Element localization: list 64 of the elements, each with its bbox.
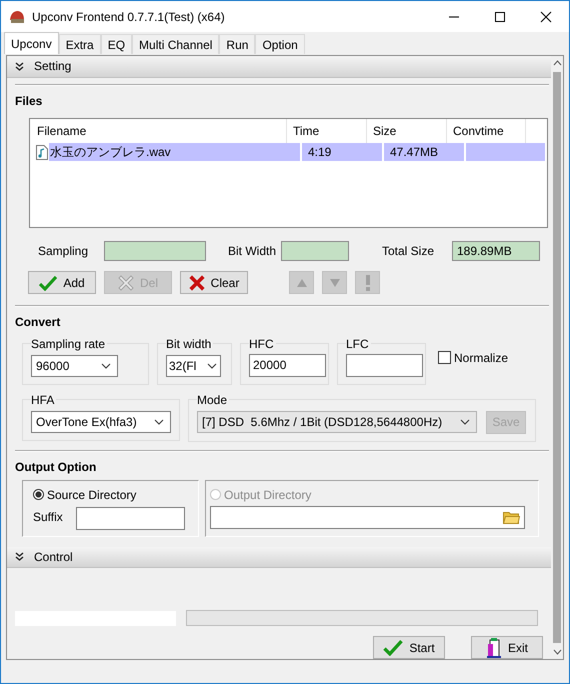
bit-width-field bbox=[281, 240, 349, 260]
field-label: Bit Width bbox=[228, 244, 278, 258]
mode-dropdown[interactable]: [7] DSD 5.6Mhz / 1Bit (DSD128,5644800Hz) bbox=[197, 411, 477, 433]
chevron-icon bbox=[15, 552, 24, 562]
chevron-down-icon bbox=[101, 362, 111, 368]
field-label: Suffix bbox=[33, 510, 63, 524]
section-heading: Files bbox=[14, 92, 44, 108]
table-cell: 4:19 bbox=[302, 143, 382, 161]
bit-width-dropdown[interactable]: 32(Fl bbox=[166, 354, 221, 376]
action-button[interactable]: Add bbox=[28, 271, 96, 294]
section-header[interactable]: Control bbox=[7, 546, 551, 568]
group-label: HFC bbox=[249, 336, 276, 350]
section-heading: Output Option bbox=[14, 458, 98, 474]
tab[interactable]: Option bbox=[255, 34, 305, 54]
group-label: Bit width bbox=[166, 336, 214, 350]
down-arrow-icon bbox=[330, 278, 340, 286]
field-label: Total Size bbox=[382, 244, 436, 258]
scroll-down-icon[interactable] bbox=[552, 649, 562, 655]
normalize-checkbox[interactable]: Normalize bbox=[438, 350, 508, 364]
action-button[interactable]: Clear bbox=[180, 271, 248, 294]
section-title: Control bbox=[34, 550, 73, 564]
tab[interactable]: Extra bbox=[58, 34, 101, 54]
check-icon bbox=[383, 639, 404, 656]
chevron-down-icon bbox=[207, 362, 217, 368]
group-label: HFA bbox=[31, 392, 56, 406]
table-cell[interactable]: 水玉のアンブレラ.wav bbox=[49, 143, 300, 161]
exclamation-icon bbox=[364, 274, 370, 290]
cross-icon bbox=[188, 274, 205, 290]
lfc-field[interactable] bbox=[346, 354, 423, 376]
field-label: Sampling bbox=[38, 244, 90, 258]
tab[interactable]: EQ bbox=[100, 34, 132, 54]
music-file-icon bbox=[36, 144, 48, 160]
tab[interactable]: Run bbox=[219, 34, 256, 54]
section-header[interactable]: Setting bbox=[7, 56, 551, 78]
output-directory-field[interactable] bbox=[210, 506, 525, 528]
cross-icon bbox=[118, 274, 134, 290]
section-heading: Convert bbox=[14, 314, 62, 328]
total-size-field: 189.89MB bbox=[452, 240, 540, 260]
section-title: Setting bbox=[34, 59, 72, 74]
hfa-dropdown[interactable]: OverTone Ex(hfa3) bbox=[31, 410, 171, 432]
tab[interactable]: Multi Channel bbox=[132, 34, 220, 54]
file-list[interactable]: Filename Time Size Convtime 水玉のアンブレラ.wav 4:19 47.47MB bbox=[29, 118, 548, 228]
start-button[interactable]: Start bbox=[373, 636, 445, 659]
group-label: Mode bbox=[197, 392, 230, 406]
table-cell: 47.47MB bbox=[384, 143, 464, 161]
chevron-down-icon bbox=[154, 418, 164, 424]
tab[interactable]: Upconv bbox=[4, 32, 59, 54]
door-figure-icon bbox=[486, 638, 502, 658]
hfc-field[interactable]: 20000 bbox=[249, 354, 326, 376]
scroll-up-icon[interactable] bbox=[552, 60, 562, 66]
sampling-rate-dropdown[interactable]: 96000 bbox=[31, 354, 118, 376]
window-title: Upconv Frontend 0.7.7.1(Test) (x64) bbox=[32, 10, 225, 24]
maximize-icon[interactable] bbox=[494, 10, 506, 22]
source-directory-radio[interactable]: Source Directory bbox=[33, 486, 198, 502]
chevron-icon bbox=[15, 62, 24, 71]
exit-button[interactable]: Exit bbox=[471, 636, 543, 659]
folder-icon[interactable] bbox=[503, 510, 520, 524]
group-label: Sampling rate bbox=[31, 336, 108, 350]
close-icon[interactable] bbox=[540, 10, 552, 22]
check-icon bbox=[39, 274, 58, 290]
chevron-down-icon bbox=[460, 419, 470, 425]
group-label: LFC bbox=[346, 336, 371, 350]
up-arrow-icon bbox=[296, 278, 306, 286]
suffix-field[interactable] bbox=[76, 506, 185, 530]
